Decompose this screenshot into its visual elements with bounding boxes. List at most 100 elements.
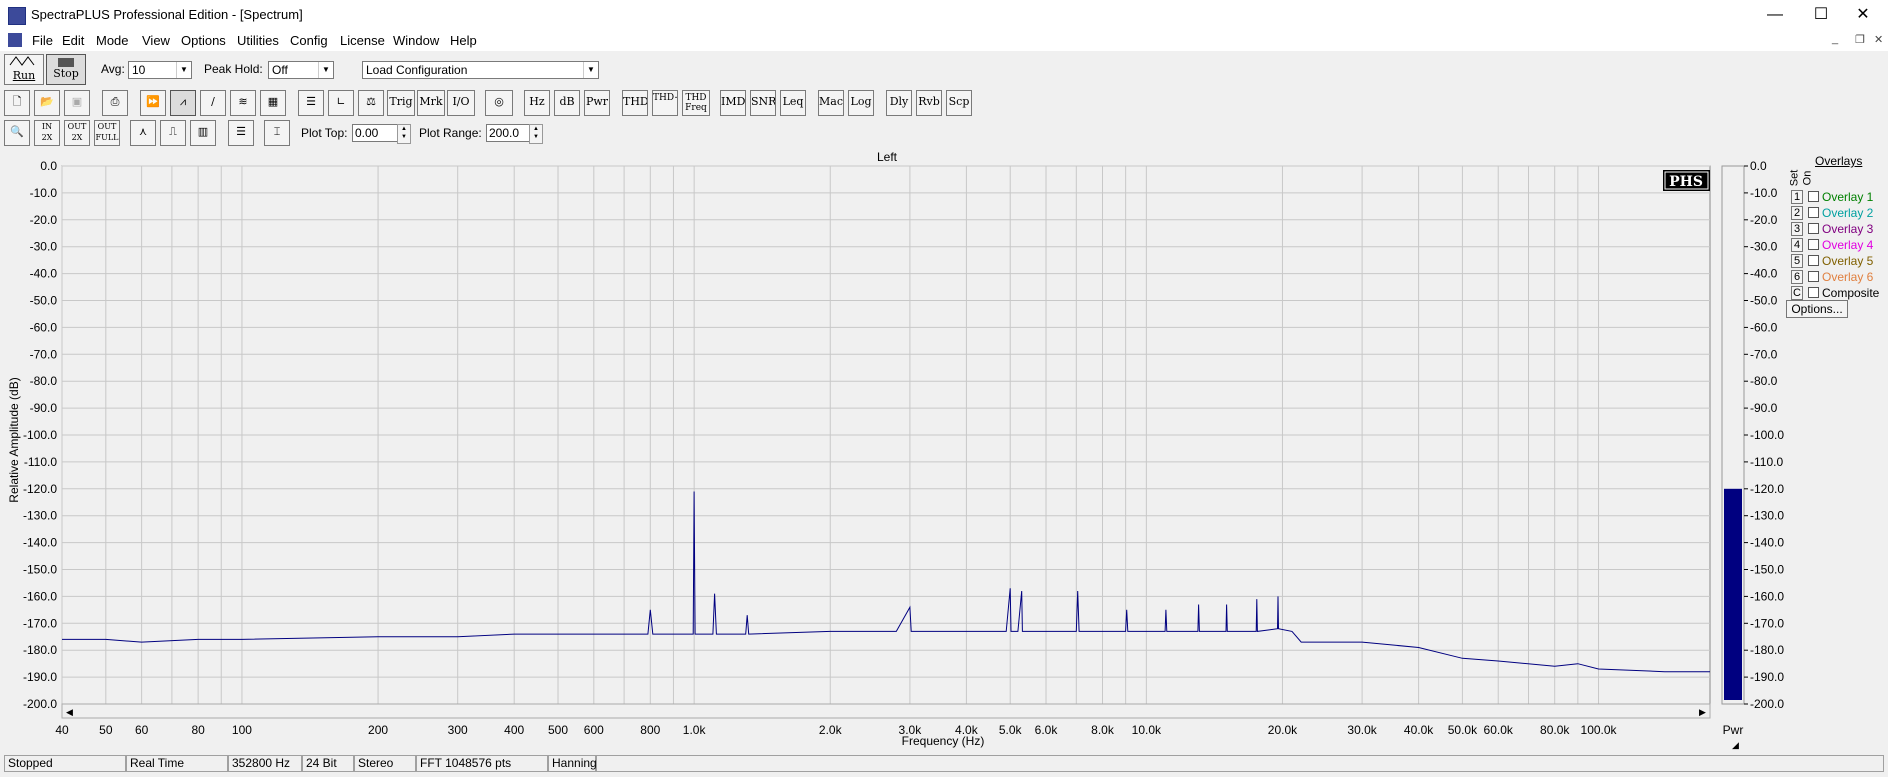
time-series-icon[interactable]: ∕ <box>200 90 226 116</box>
wave-icon <box>9 56 35 66</box>
menu-edit[interactable]: Edit <box>62 33 84 48</box>
config-select[interactable]: Load Configuration ▼ <box>362 61 599 79</box>
print-icon[interactable]: ⎙ <box>102 90 128 116</box>
spin-arrows-icon[interactable]: ▲ ▼ <box>397 124 411 144</box>
overlay-set-button[interactable]: 5 <box>1791 254 1803 268</box>
peak-icon[interactable]: ⋏ <box>130 120 156 146</box>
meter-tick-label: -100.0 <box>1750 428 1784 442</box>
bar-plot-icon[interactable]: ▥ <box>190 120 216 146</box>
stop-button[interactable]: Stop <box>46 54 86 85</box>
peak-hold-select[interactable]: Off ▼ <box>268 61 334 79</box>
thd-n-button[interactable]: THD+N <box>652 90 678 116</box>
open-icon[interactable]: 📂 <box>34 90 60 116</box>
menu-bar: File Edit Mode View Options Utilities Co… <box>0 30 1888 51</box>
doc-icon[interactable] <box>8 33 22 47</box>
menu-file[interactable]: File <box>32 33 53 48</box>
menu-help[interactable]: Help <box>450 33 477 48</box>
zoom-out-full-icon[interactable]: OUT FULL <box>94 120 120 146</box>
save-icon[interactable]: ▣ <box>64 90 90 116</box>
trig-button[interactable]: Trig <box>387 90 415 116</box>
mac-button[interactable]: Mac <box>818 90 844 116</box>
x-tick-label: 600 <box>584 723 604 737</box>
y-tick-label: -140.0 <box>23 536 57 550</box>
mdi-restore-icon[interactable]: ❐ <box>1855 33 1865 46</box>
avg-select[interactable]: 10 ▼ <box>128 61 192 79</box>
overlay-set-button[interactable]: 4 <box>1791 238 1803 252</box>
close-button[interactable]: ✕ <box>1840 0 1886 30</box>
snr-button[interactable]: SNR <box>750 90 776 116</box>
axis-icon[interactable]: ∟ <box>328 90 354 116</box>
y-tick-label: -130.0 <box>23 509 57 523</box>
spectrogram-icon[interactable]: ≋ <box>230 90 256 116</box>
log-button[interactable]: Log <box>848 90 874 116</box>
spectrum-icon[interactable]: ⩘ <box>170 90 196 116</box>
x-tick-label: 50.0k <box>1448 723 1478 737</box>
io-button[interactable]: I/O <box>447 90 475 116</box>
dly-button[interactable]: Dly <box>886 90 912 116</box>
overlay-on-checkbox[interactable] <box>1808 287 1819 298</box>
status-channels: Stereo <box>354 755 416 772</box>
meter-tick-label: -110.0 <box>1750 455 1783 469</box>
overlay-on-checkbox[interactable] <box>1808 191 1819 202</box>
overlay-set-button[interactable]: C <box>1791 286 1803 300</box>
avg-label: Avg: <box>101 62 125 76</box>
overlay-options-button[interactable]: Options... <box>1786 300 1848 318</box>
thd-button[interactable]: THD <box>622 90 648 116</box>
table-icon[interactable]: ☰ <box>228 120 254 146</box>
x-tick-label: 80 <box>191 723 205 737</box>
app-icon[interactable] <box>8 7 26 25</box>
zoom-out-2x-icon[interactable]: OUT 2X <box>64 120 90 146</box>
menu-options[interactable]: Options <box>181 33 226 48</box>
menu-license[interactable]: License <box>340 33 385 48</box>
mrk-button[interactable]: Mrk <box>417 90 445 116</box>
menu-window[interactable]: Window <box>393 33 439 48</box>
pwr-button[interactable]: Pwr <box>584 90 610 116</box>
overlay-on-checkbox[interactable] <box>1808 239 1819 250</box>
fast-forward-icon[interactable]: ⏩ <box>140 90 166 116</box>
mdi-close-icon[interactable]: ✕ <box>1874 33 1883 46</box>
x-tick-label: 5.0k <box>999 723 1023 737</box>
menu-utilities[interactable]: Utilities <box>237 33 279 48</box>
hz-button[interactable]: Hz <box>524 90 550 116</box>
generator-icon[interactable]: ◎ <box>485 90 513 116</box>
horizontal-scrollbar <box>61 703 1711 719</box>
overlay-label: Overlay 2 <box>1822 206 1874 220</box>
scp-button[interactable]: Scp <box>946 90 972 116</box>
overlay-set-button[interactable]: 6 <box>1791 270 1803 284</box>
overlay-on-checkbox[interactable] <box>1808 207 1819 218</box>
leq-button[interactable]: Leq <box>780 90 806 116</box>
overlay-on-checkbox[interactable] <box>1808 271 1819 282</box>
plot-top-input[interactable]: 0.00 ▲ ▼ <box>352 124 411 144</box>
chevron-down-icon: ▼ <box>176 62 191 78</box>
imd-button[interactable]: IMD <box>720 90 746 116</box>
menu-view[interactable]: View <box>142 33 170 48</box>
zoom-icon[interactable]: 🔍 <box>4 120 30 146</box>
zoom-in-2x-icon[interactable]: IN 2X <box>34 120 60 146</box>
status-bit-depth: 24 Bit <box>302 755 354 772</box>
svg-text:PHS: PHS <box>1669 174 1703 190</box>
overlay-set-button[interactable]: 3 <box>1791 222 1803 236</box>
x-tick-label: 30.0k <box>1347 723 1377 737</box>
new-icon[interactable]: 🗋 <box>4 90 30 116</box>
thd-freq-button[interactable]: THD Freq <box>682 90 710 116</box>
minimize-button[interactable]: — <box>1752 0 1798 30</box>
overlay-on-checkbox[interactable] <box>1808 255 1819 266</box>
menu-config[interactable]: Config <box>290 33 328 48</box>
scale-icon[interactable]: ⌶ <box>264 120 290 146</box>
menu-mode[interactable]: Mode <box>96 33 129 48</box>
overlay-on-checkbox[interactable] <box>1808 223 1819 234</box>
list-icon[interactable]: ☰ <box>298 90 324 116</box>
maximize-button[interactable]: ☐ <box>1798 0 1844 30</box>
spectrum-chart[interactable]: 0.0 -10.0 -20.0 -30.0 -40.0 -50.0 -60.0 -70.0 -8… <box>0 148 1888 752</box>
spin-arrows-icon[interactable]: ▲ ▼ <box>529 124 543 144</box>
overlay-set-button[interactable]: 2 <box>1791 206 1803 220</box>
rvb-button[interactable]: Rvb <box>916 90 942 116</box>
overlay-set-button[interactable]: 1 <box>1791 190 1803 204</box>
mdi-minimize-icon[interactable]: _ <box>1832 33 1838 45</box>
3d-surface-icon[interactable]: ▦ <box>260 90 286 116</box>
plot-range-input[interactable]: 200.0 ▲ ▼ <box>486 124 543 144</box>
calibrate-icon[interactable]: ⚖ <box>358 90 384 116</box>
step-plot-icon[interactable]: ⎍ <box>160 120 186 146</box>
db-button[interactable]: dB <box>554 90 580 116</box>
run-button[interactable]: Run <box>4 54 44 85</box>
